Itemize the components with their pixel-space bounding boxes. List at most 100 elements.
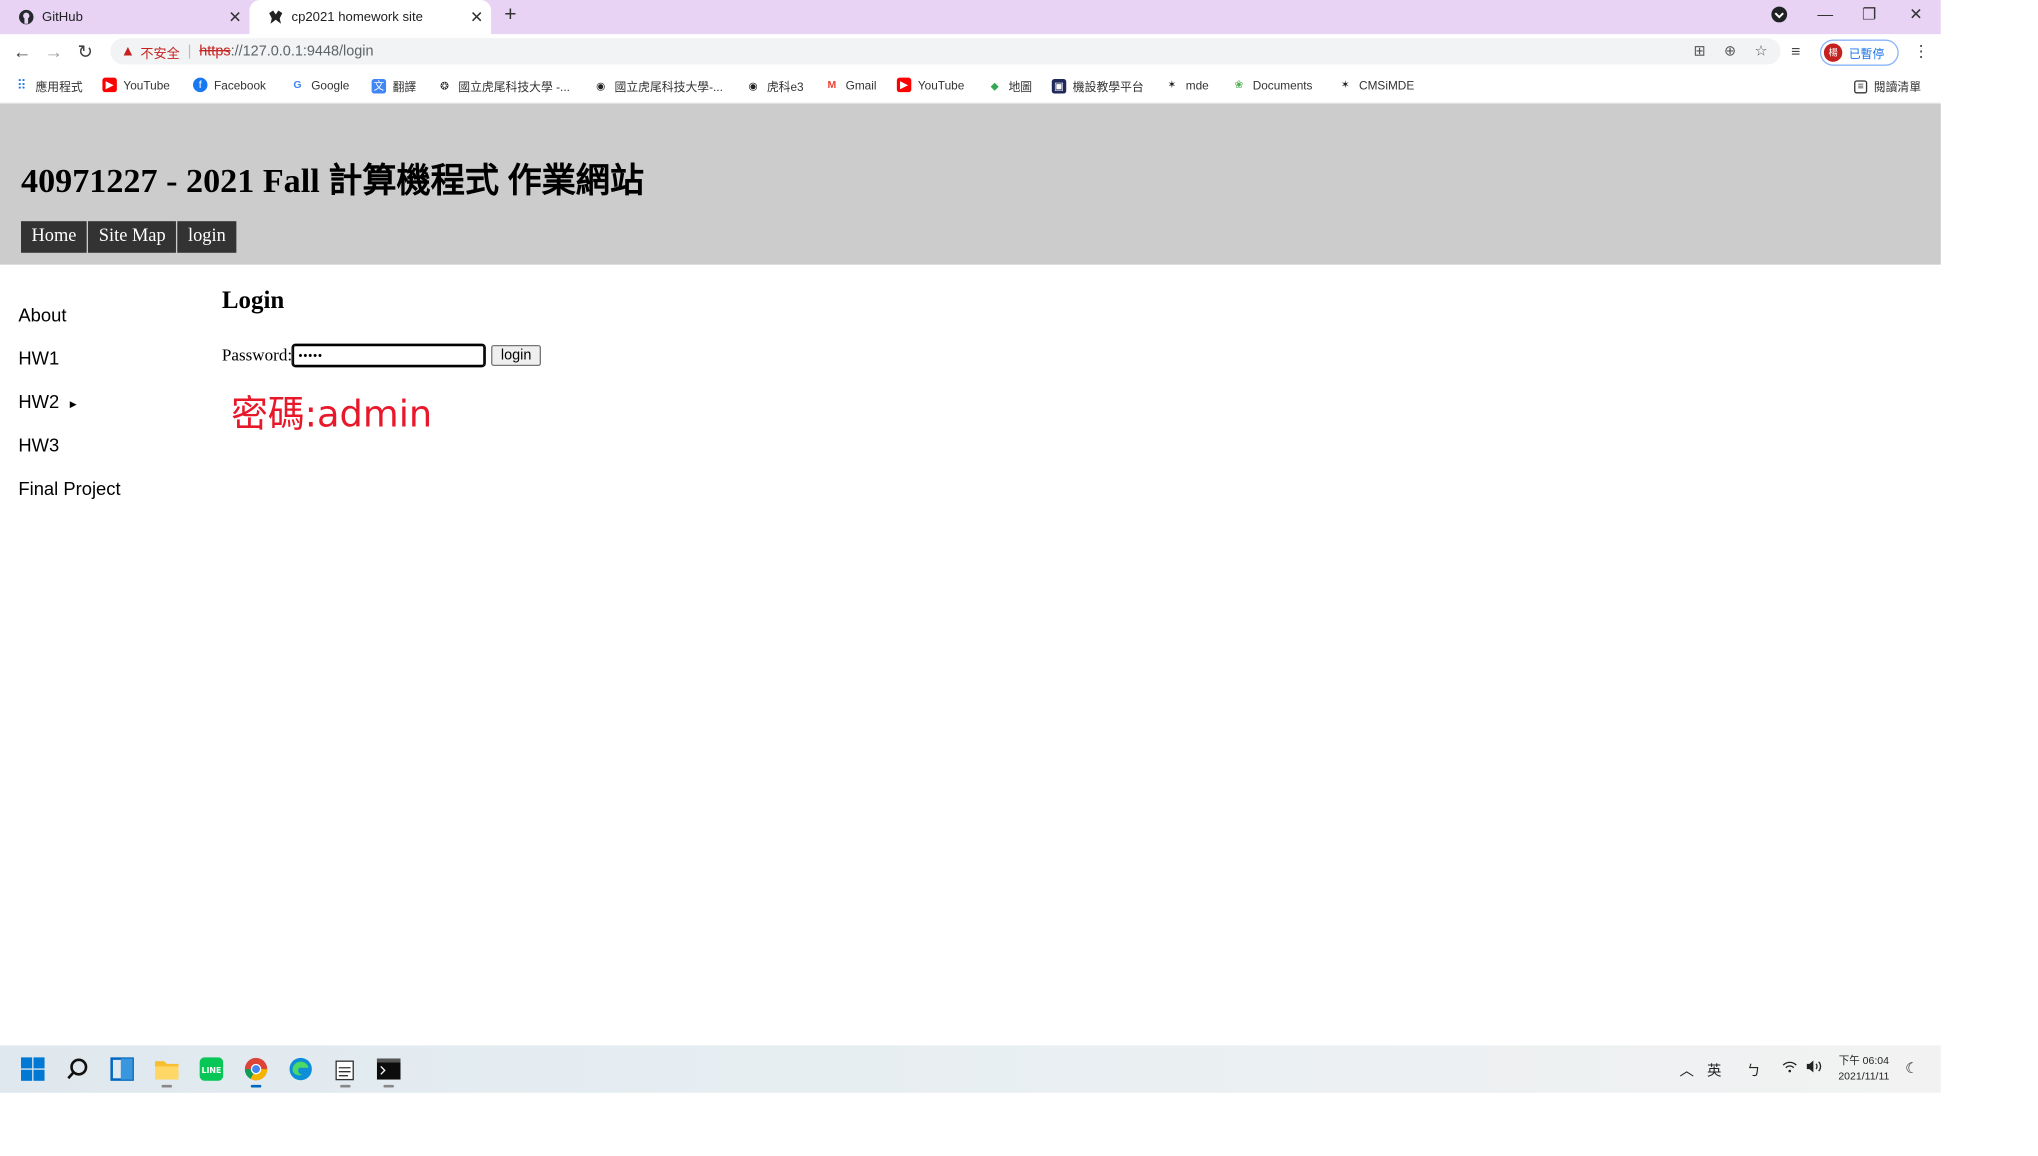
sidebar-item-about[interactable]: About xyxy=(18,292,120,335)
close-icon[interactable]: ✕ xyxy=(228,8,241,26)
tab-cp2021[interactable]: cp2021 homework site ✕ xyxy=(249,0,492,35)
bookmarks-bar: ⠿ 應用程式 ▶ YouTube f Facebook G Google 文 翻… xyxy=(0,71,1941,105)
google-icon: G xyxy=(293,78,302,91)
password-input[interactable] xyxy=(292,343,487,368)
password-note: 密碼:admin xyxy=(231,392,433,436)
bookmark-star-icon[interactable]: ☆ xyxy=(1754,42,1767,59)
warning-triangle-icon: ▲ xyxy=(120,43,136,60)
windows-start-icon[interactable] xyxy=(20,1056,46,1082)
bookmark-youtube-2[interactable]: ▶ YouTube xyxy=(896,77,964,93)
address-bar[interactable]: ▲ 不安全 | https ://127.0.0.1:9448/login ⊞ … xyxy=(110,38,1781,65)
login-button[interactable]: login xyxy=(491,344,541,367)
cmsimde-icon: ✶ xyxy=(1167,78,1177,91)
top-nav: Home Site Map login xyxy=(21,221,238,253)
task-view-icon[interactable] xyxy=(109,1056,135,1082)
sidebar-item-final-project[interactable]: Final Project xyxy=(18,466,120,509)
menu-dots-icon[interactable]: ⋮ xyxy=(1913,42,1929,60)
sidebar-item-hw1[interactable]: HW1 xyxy=(18,336,120,379)
bookmark-cmsimde[interactable]: ✶ CMSiMDE xyxy=(1338,78,1414,92)
screen: GitHub ✕ cp2021 homework site ✕ + — ❐ ✕ … xyxy=(0,0,2038,1156)
translate-icon[interactable]: ⊞ xyxy=(1693,42,1705,59)
volume-icon[interactable] xyxy=(1806,1060,1824,1077)
sidebar-item-hw3[interactable]: HW3 xyxy=(18,423,120,466)
ime-mode-indicator[interactable]: ㄅ xyxy=(1746,1060,1760,1081)
avatar: 楊 xyxy=(1823,43,1843,62)
tray-chevron-up-icon[interactable]: ︿ xyxy=(1679,1060,1693,1081)
sidebar: About HW1 HW2 ▶ HW3 Final Project xyxy=(18,292,120,509)
gmail-icon: M xyxy=(827,78,837,91)
clock-date: 2021/11/11 xyxy=(1838,1070,1890,1083)
github-icon xyxy=(18,9,34,25)
bookmark-mde-platform[interactable]: ▣ 機設教學平台 xyxy=(1051,78,1144,95)
notification-moon-icon[interactable]: ☾ xyxy=(1905,1060,1918,1077)
tab-label: GitHub xyxy=(42,9,83,25)
nav-home[interactable]: Home xyxy=(21,221,87,253)
login-form: Password: login xyxy=(221,343,541,368)
bookmark-youtube[interactable]: ▶ YouTube xyxy=(102,77,170,93)
maps-pin-icon: ◆ xyxy=(990,80,999,93)
bookmark-documents[interactable]: ❀ Documents xyxy=(1232,78,1312,92)
documents-icon: ❀ xyxy=(1234,78,1244,91)
security-label: 不安全 xyxy=(140,46,180,62)
reload-icon[interactable]: ↻ xyxy=(77,41,92,63)
cmsimde-icon: ✶ xyxy=(1340,78,1350,91)
bookmark-mde[interactable]: ✶ mde xyxy=(1165,78,1209,92)
ime-indicator[interactable]: 英 xyxy=(1707,1060,1721,1081)
bookmark-maps[interactable]: ◆ 地圖 xyxy=(987,78,1032,95)
bookmark-e3[interactable]: ◉ 虎科e3 xyxy=(746,78,803,95)
facebook-icon: f xyxy=(193,77,208,93)
site-header: 40971227 - 2021 Fall 計算機程式 作業網站 Home Sit… xyxy=(0,104,1941,265)
clock-time: 下午 06:04 xyxy=(1838,1054,1889,1067)
search-icon[interactable] xyxy=(64,1056,90,1082)
restore-icon[interactable]: ❐ xyxy=(1862,5,1876,23)
reading-list-icon: ≡ xyxy=(1854,79,1868,93)
url-text: ://127.0.0.1:9448/login xyxy=(230,43,374,60)
url-scheme: https xyxy=(199,43,231,60)
browser-toolbar: ← → ↻ ▲ 不安全 | https ://127.0.0.1:9448/lo… xyxy=(0,34,1941,72)
reading-list-icon[interactable]: ≡ xyxy=(1791,42,1800,60)
password-label: Password: xyxy=(221,344,293,365)
cmsimde-icon xyxy=(268,9,284,25)
svg-text:LINE: LINE xyxy=(201,1066,221,1075)
nfu-logo-icon: ◉ xyxy=(748,80,758,93)
nav-site-map[interactable]: Site Map xyxy=(88,221,177,253)
bookmark-gmail[interactable]: M Gmail xyxy=(825,78,876,92)
notepad-icon[interactable] xyxy=(332,1056,358,1088)
window-close-icon[interactable]: ✕ xyxy=(1909,5,1922,23)
bookmark-facebook[interactable]: f Facebook xyxy=(193,77,266,93)
wifi-icon[interactable] xyxy=(1782,1060,1798,1077)
back-arrow-icon[interactable]: ← xyxy=(13,41,31,62)
page-title: 40971227 - 2021 Fall 計算機程式 作業網站 xyxy=(21,161,645,201)
profile-button[interactable]: 楊 已暫停 xyxy=(1819,39,1899,66)
sidebar-item-hw2[interactable]: HW2 ▶ xyxy=(18,379,120,422)
reading-list-button[interactable]: ≡ 閱讀清單 xyxy=(1854,78,1921,95)
bookmark-google[interactable]: G Google xyxy=(290,78,349,92)
apps-grid-icon: ⠿ xyxy=(16,78,27,94)
system-clock[interactable]: 下午 06:04 2021/11/11 xyxy=(1838,1053,1889,1085)
nfu-logo-icon: ❂ xyxy=(440,80,449,93)
chrome-icon[interactable] xyxy=(243,1056,269,1088)
bookmark-nfu-2[interactable]: ◉ 國立虎尾科技大學-... xyxy=(594,78,723,95)
translate-icon: 文 xyxy=(371,78,387,94)
tab-search-icon[interactable] xyxy=(1770,5,1788,27)
close-icon[interactable]: ✕ xyxy=(470,8,483,26)
bookmark-translate[interactable]: 文 翻譯 xyxy=(371,78,416,95)
file-explorer-icon[interactable] xyxy=(154,1056,180,1088)
main-content: Login Password: login xyxy=(222,287,541,368)
bookmark-apps[interactable]: ⠿ 應用程式 xyxy=(14,78,83,95)
nav-login[interactable]: login xyxy=(177,221,237,253)
edge-icon[interactable] xyxy=(288,1056,314,1082)
tab-label: cp2021 homework site xyxy=(291,9,423,25)
platform-icon: ▣ xyxy=(1051,78,1067,94)
tab-strip: GitHub ✕ cp2021 homework site ✕ + — ❐ ✕ xyxy=(0,0,1941,35)
bookmark-nfu-1[interactable]: ❂ 國立虎尾科技大學 -... xyxy=(437,78,570,95)
minimize-icon[interactable]: — xyxy=(1817,5,1833,23)
nfu-logo-icon: ◉ xyxy=(596,80,606,93)
terminal-icon[interactable] xyxy=(376,1056,402,1088)
tab-github[interactable]: GitHub ✕ xyxy=(0,0,249,34)
forward-arrow-icon[interactable]: → xyxy=(45,41,63,62)
new-tab-plus-icon[interactable]: + xyxy=(504,4,516,28)
line-app-icon[interactable]: LINE xyxy=(198,1056,224,1082)
youtube-icon: ▶ xyxy=(102,77,117,93)
zoom-icon[interactable]: ⊕ xyxy=(1724,42,1736,59)
